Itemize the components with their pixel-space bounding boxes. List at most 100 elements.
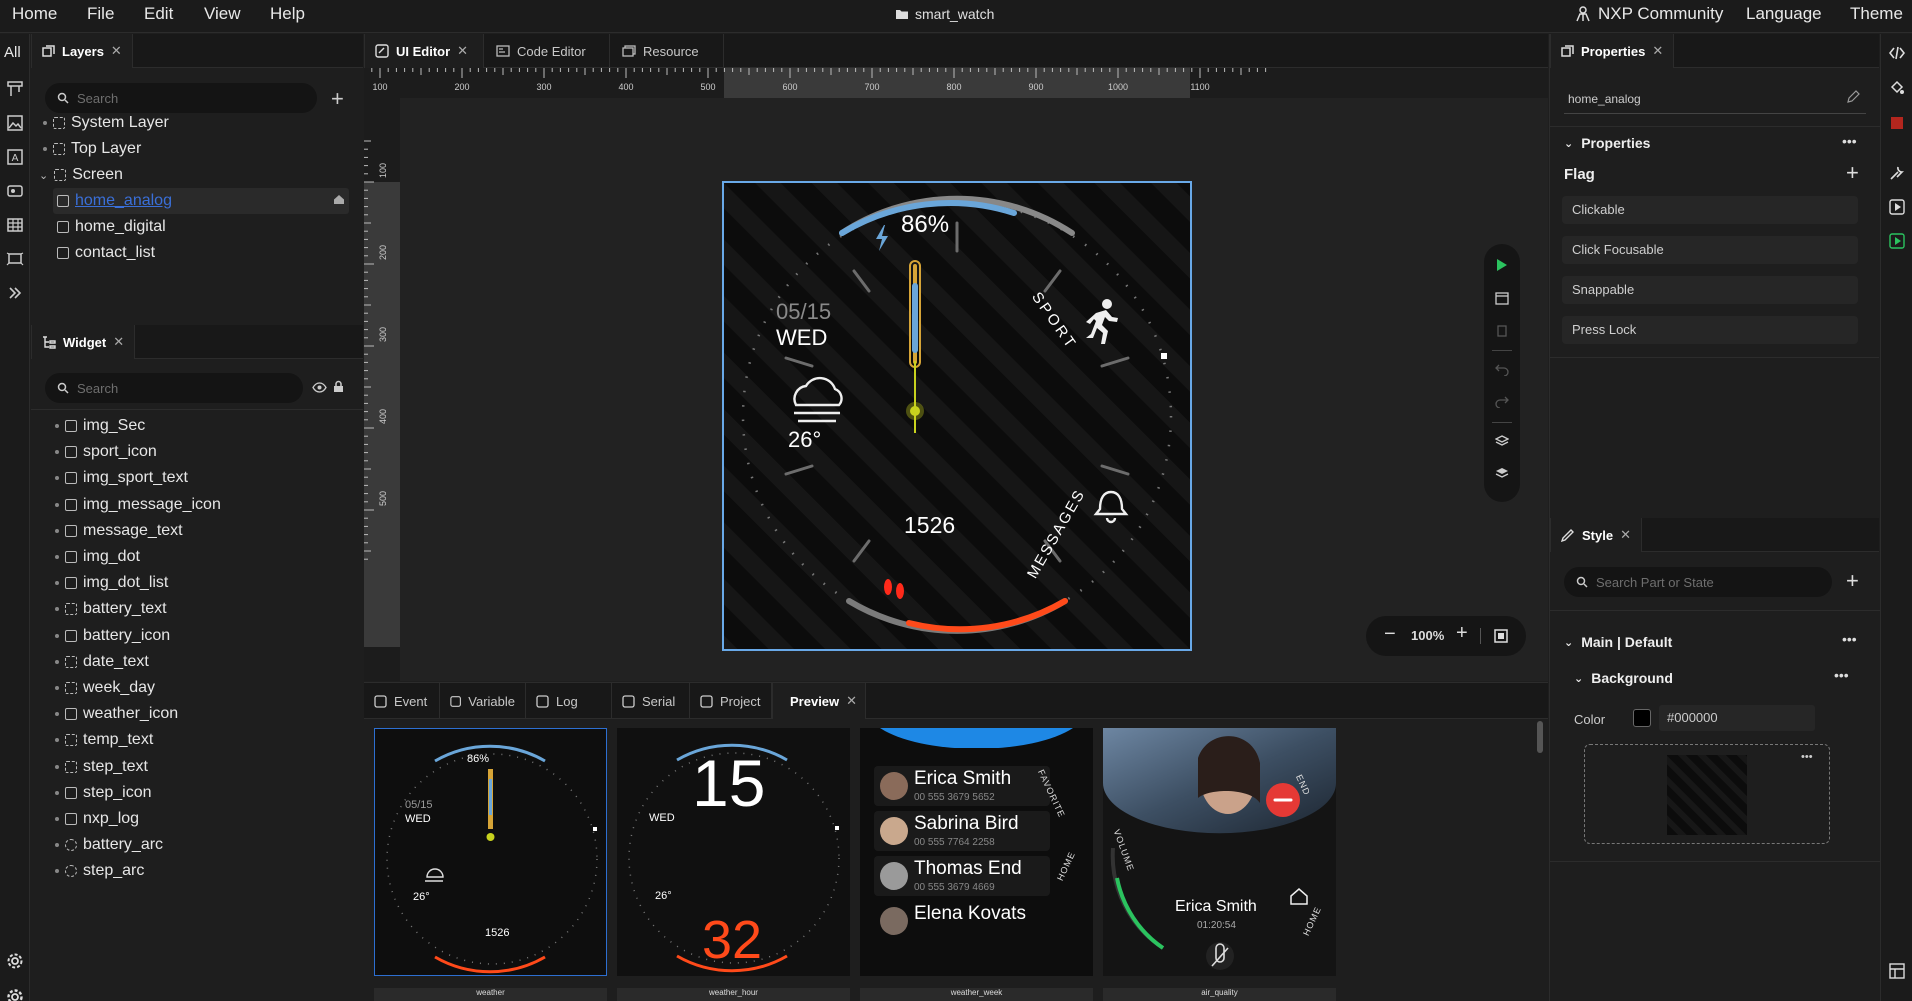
nxp-community-link[interactable]: NXP Community xyxy=(1574,4,1723,24)
widget-item-step-arc[interactable]: step_arc xyxy=(55,856,144,886)
paint-bucket-icon[interactable] xyxy=(1886,76,1908,98)
add-layer-button[interactable]: + xyxy=(331,86,344,112)
close-icon[interactable]: ✕ xyxy=(111,43,122,59)
tree-bullet xyxy=(55,502,59,507)
lock-icon[interactable] xyxy=(333,380,344,393)
tab-serial[interactable]: Serial xyxy=(612,683,690,719)
more-options-icon[interactable]: ••• xyxy=(1842,631,1857,647)
layers-down-icon[interactable] xyxy=(1495,466,1509,480)
contact-row[interactable]: Elena Kovats xyxy=(874,901,1050,941)
close-icon[interactable]: ✕ xyxy=(846,693,857,709)
tab-layers[interactable]: Layers ✕ xyxy=(31,34,133,68)
widget-search-input[interactable]: Search xyxy=(45,373,303,403)
object-name-field[interactable]: home_analog xyxy=(1564,88,1866,114)
zoom-out-button[interactable]: − xyxy=(1384,623,1396,646)
table-icon[interactable] xyxy=(4,214,26,236)
menu-edit[interactable]: Edit xyxy=(144,0,173,33)
export-play-icon[interactable] xyxy=(1886,196,1908,218)
color-hex-input[interactable]: #000000 xyxy=(1659,705,1815,731)
eye-icon[interactable] xyxy=(312,382,327,393)
tab-properties[interactable]: Properties ✕ xyxy=(1550,34,1675,68)
fit-screen-icon[interactable] xyxy=(1494,629,1508,643)
zoom-in-button[interactable]: + xyxy=(1456,622,1468,645)
preview-battery-text: 86% xyxy=(467,753,490,765)
flag-clickable-button[interactable]: Clickable xyxy=(1562,196,1858,224)
tab-code-editor[interactable]: Code Editor xyxy=(486,34,610,68)
menu-help[interactable]: Help xyxy=(270,0,305,33)
expand-rail-icon[interactable] xyxy=(4,282,26,304)
style-section-header[interactable]: ⌄ Main | Default xyxy=(1564,634,1672,650)
background-image-dropzone[interactable]: ••• xyxy=(1584,744,1830,844)
watch-screen-home-analog[interactable]: 86% 05/15 WED 26° 1526 SPORT MESSAGES xyxy=(722,181,1192,651)
plugins-gear-icon[interactable] xyxy=(4,950,26,972)
close-icon[interactable]: ✕ xyxy=(457,43,468,59)
record-stop-icon[interactable] xyxy=(1886,112,1908,134)
button-widget-icon[interactable] xyxy=(4,180,26,202)
menu-theme[interactable]: Theme xyxy=(1850,0,1903,33)
widget-item-label: battery_arc xyxy=(83,836,164,854)
tab-log[interactable]: Log xyxy=(526,683,612,719)
flag-press-lock-button[interactable]: Press Lock xyxy=(1562,316,1858,344)
run-simulator-icon[interactable] xyxy=(1495,258,1509,272)
tab-project[interactable]: Project xyxy=(690,683,772,719)
image-widget-icon xyxy=(65,577,77,590)
menu-view[interactable]: View xyxy=(204,0,241,33)
label-widget-icon xyxy=(65,682,77,694)
tab-ui-editor[interactable]: UI Editor ✕ xyxy=(364,34,484,68)
canvas-toolbar xyxy=(1484,244,1520,502)
layer-contact-list[interactable]: contact_list xyxy=(57,238,155,268)
preview-title-weather-week[interactable]: weather_week xyxy=(860,988,1093,1001)
preview-title-air-quality[interactable]: air_quality xyxy=(1103,988,1336,1001)
more-options-icon[interactable]: ••• xyxy=(1842,133,1857,149)
flag-snappable-button[interactable]: Snappable xyxy=(1562,276,1858,304)
close-icon[interactable]: ✕ xyxy=(1652,43,1663,59)
preview-contact-list[interactable]: Erica Smith 00 555 3679 5652 Sabrina Bird 0… xyxy=(860,728,1093,976)
panel-layout-icon[interactable] xyxy=(1886,960,1908,982)
preview-home-digital[interactable]: 15 32 WED 26° xyxy=(617,728,850,976)
tools-icon[interactable] xyxy=(1886,162,1908,184)
menu-home[interactable]: Home xyxy=(12,0,57,33)
undo-icon[interactable] xyxy=(1495,362,1509,376)
preview-icon[interactable] xyxy=(1495,324,1509,338)
more-options-icon[interactable]: ••• xyxy=(1801,751,1813,763)
contact-row[interactable]: Thomas End 00 555 3679 4669 xyxy=(874,856,1050,896)
tab-resource[interactable]: Resource xyxy=(612,34,724,68)
preview-title-weather[interactable]: weather xyxy=(374,988,607,1001)
redo-icon[interactable] xyxy=(1495,394,1509,408)
preview-call[interactable]: Erica Smith 01:20:54 VOLUME END HOME xyxy=(1103,728,1336,976)
style-search-input[interactable]: Search Part or State xyxy=(1564,567,1832,597)
menu-file[interactable]: File xyxy=(87,0,114,33)
tab-event[interactable]: Event xyxy=(364,683,440,719)
filter-all[interactable]: All xyxy=(4,44,21,61)
calendar-icon[interactable] xyxy=(1495,291,1509,305)
code-brackets-icon[interactable] xyxy=(1886,42,1908,64)
flag-click-focusable-button[interactable]: Click Focusable xyxy=(1562,236,1858,264)
preview-home-analog[interactable]: 86% 05/15 WED 26° 1526 xyxy=(374,728,607,976)
more-options-icon[interactable]: ••• xyxy=(1834,667,1849,683)
layers-up-icon[interactable] xyxy=(1495,434,1509,448)
add-style-button[interactable]: + xyxy=(1846,568,1859,594)
close-icon[interactable]: ✕ xyxy=(113,334,124,350)
settings-gear-icon[interactable] xyxy=(4,986,26,1001)
add-flag-button[interactable]: + xyxy=(1846,160,1859,186)
preview-scrollbar[interactable] xyxy=(1537,721,1543,753)
edit-pencil-icon[interactable] xyxy=(1846,90,1860,104)
background-subsection-header[interactable]: ⌄ Background xyxy=(1574,670,1673,686)
run-green-icon[interactable] xyxy=(1886,230,1908,252)
preview-title-weather-hour[interactable]: weather_hour xyxy=(617,988,850,1001)
tab-widget[interactable]: Widget ✕ xyxy=(31,325,136,359)
tab-preview[interactable]: Preview ✕ xyxy=(772,683,866,719)
image-icon[interactable] xyxy=(4,112,26,134)
properties-section-header[interactable]: ⌄ Properties xyxy=(1564,135,1650,151)
contact-row[interactable]: Erica Smith 00 555 3679 5652 xyxy=(874,766,1050,806)
color-swatch[interactable] xyxy=(1633,709,1651,727)
tab-variable[interactable]: Variable xyxy=(440,683,526,719)
text-icon[interactable]: A xyxy=(4,146,26,168)
layout-icon[interactable] xyxy=(4,78,26,100)
screen-icon[interactable] xyxy=(4,248,26,270)
menu-language[interactable]: Language xyxy=(1746,0,1822,33)
close-icon[interactable]: ✕ xyxy=(1620,527,1631,543)
tab-style[interactable]: Style ✕ xyxy=(1550,518,1642,552)
contact-row[interactable]: Sabrina Bird 00 555 7764 2258 xyxy=(874,811,1050,851)
tree-bullet xyxy=(55,764,59,769)
